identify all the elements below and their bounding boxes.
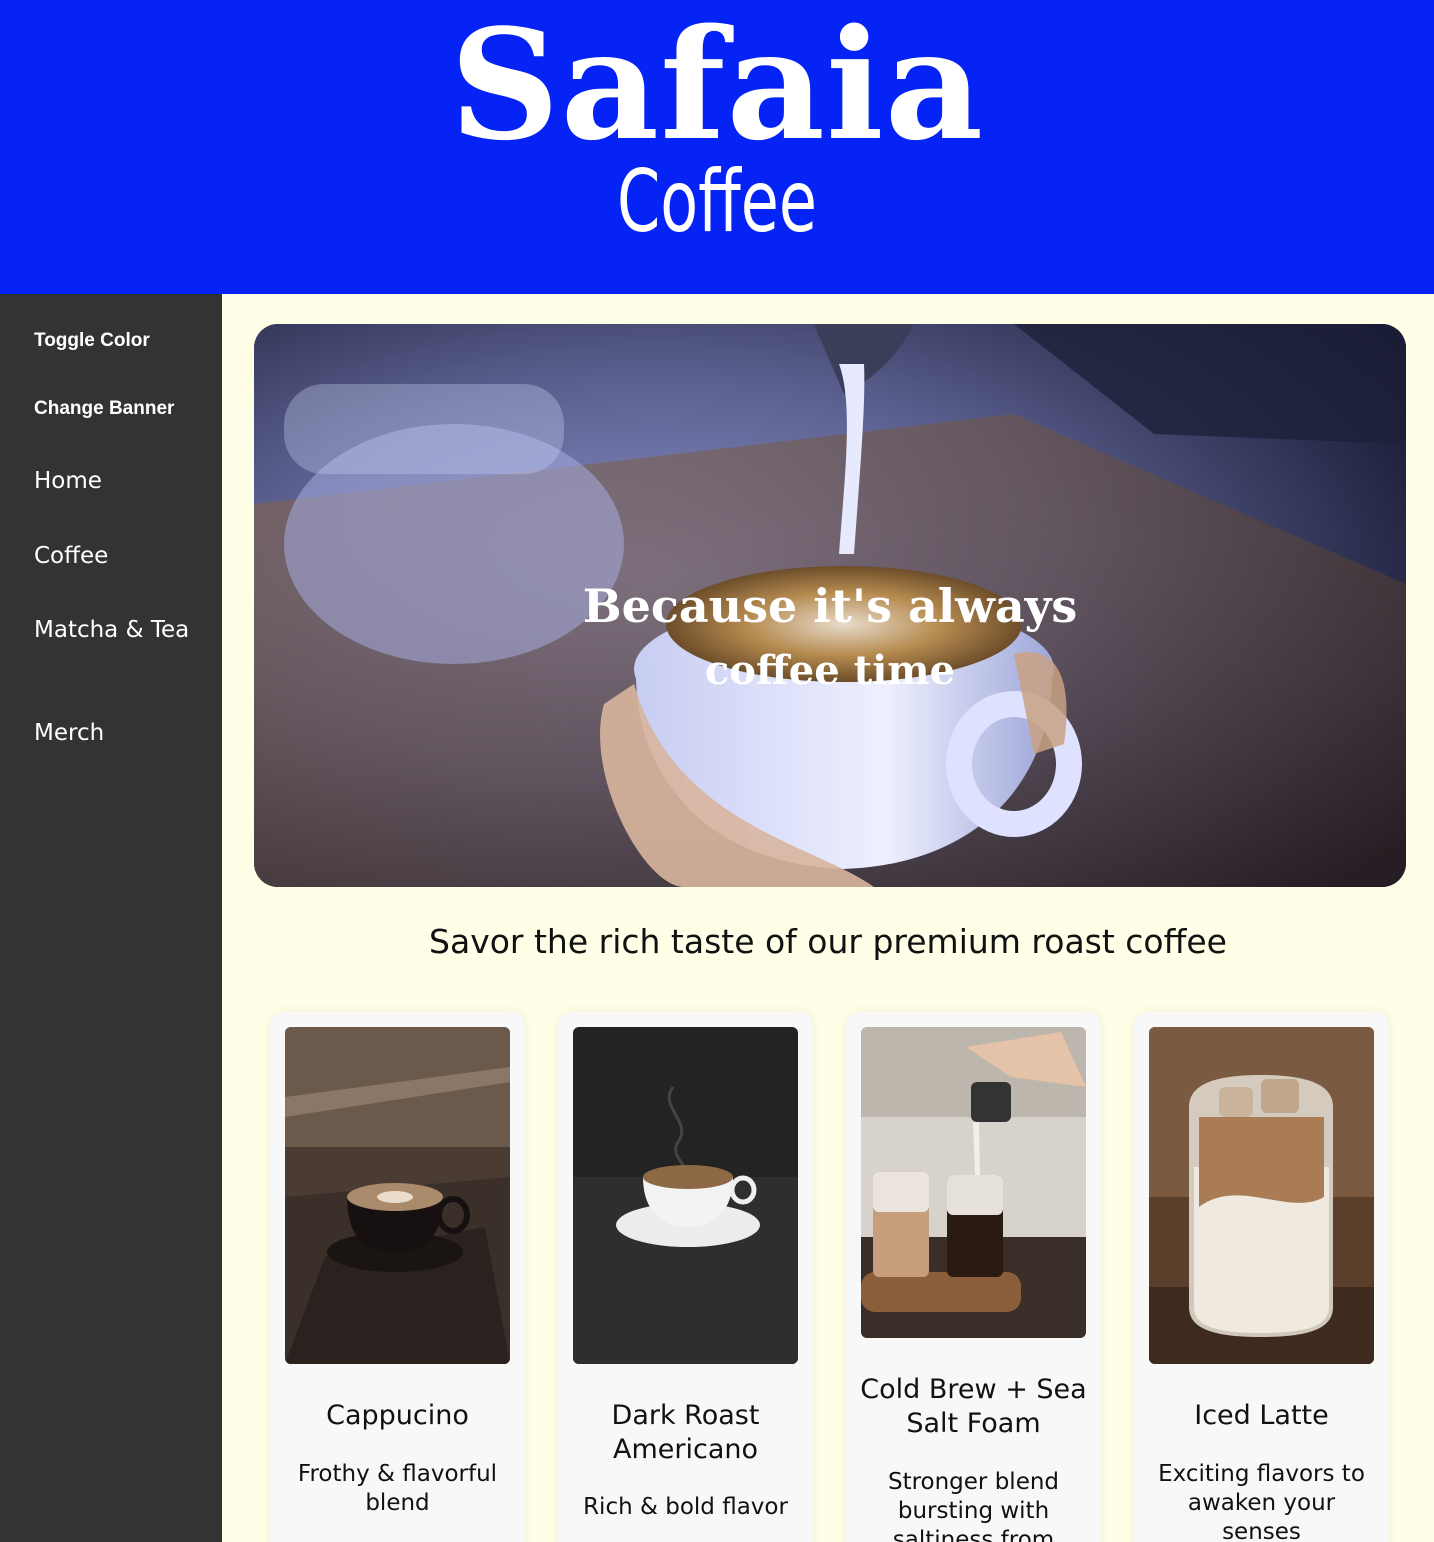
- sidebar: Toggle Color Change Banner Home Coffee M…: [0, 294, 222, 1542]
- site-header: Safaia Coffee: [0, 0, 1434, 294]
- nav-home[interactable]: Home: [34, 467, 194, 496]
- logo-subtitle: Coffee: [617, 152, 817, 252]
- nav-merch[interactable]: Merch: [34, 719, 194, 748]
- product-card-dark-roast-americano[interactable]: Dark Roast Americano Rich & bold flavor: [558, 1012, 813, 1542]
- iced-latte-image: [1149, 1027, 1374, 1364]
- product-description: Rich & bold flavor: [583, 1494, 788, 1520]
- product-name: Cold Brew + Sea Salt Foam: [860, 1374, 1087, 1439]
- product-name: Dark Roast Americano: [611, 1400, 760, 1465]
- tagline: Savor the rich taste of our premium roas…: [429, 922, 1227, 961]
- product-card-cold-brew[interactable]: Cold Brew + Sea Salt Foam Stronger blend…: [846, 1012, 1101, 1542]
- product-name: Cappucino: [326, 1400, 469, 1431]
- product-description: Stronger blend bursting with saltiness f…: [887, 1469, 1060, 1542]
- cold-brew-image: [861, 1027, 1086, 1338]
- banner-text-line2: coffee time: [705, 647, 955, 694]
- nav-matcha-tea[interactable]: Matcha & Tea: [34, 616, 194, 645]
- toggle-color-button[interactable]: Toggle Color: [34, 330, 150, 352]
- logo: Safaia Coffee: [0, 0, 1434, 294]
- logo-title: Safaia: [449, 0, 985, 174]
- americano-image: [573, 1027, 798, 1364]
- change-banner-button[interactable]: Change Banner: [34, 398, 174, 420]
- hero-banner: Because it's always coffee time: [254, 324, 1406, 887]
- product-description: Exciting flavors to awaken your senses: [1158, 1461, 1365, 1542]
- nav-coffee[interactable]: Coffee: [34, 542, 194, 571]
- banner-text-line1: Because it's always: [583, 579, 1078, 633]
- product-name: Iced Latte: [1194, 1400, 1329, 1431]
- product-card-iced-latte[interactable]: Iced Latte Exciting flavors to awaken yo…: [1134, 1012, 1389, 1542]
- product-card-cappucino[interactable]: Cappucino Frothy & flavorful blend: [270, 1012, 525, 1542]
- cappucino-image: [285, 1027, 510, 1364]
- product-description: Frothy & flavorful blend: [297, 1461, 498, 1516]
- latte-art-image: Because it's always coffee time: [254, 324, 1406, 887]
